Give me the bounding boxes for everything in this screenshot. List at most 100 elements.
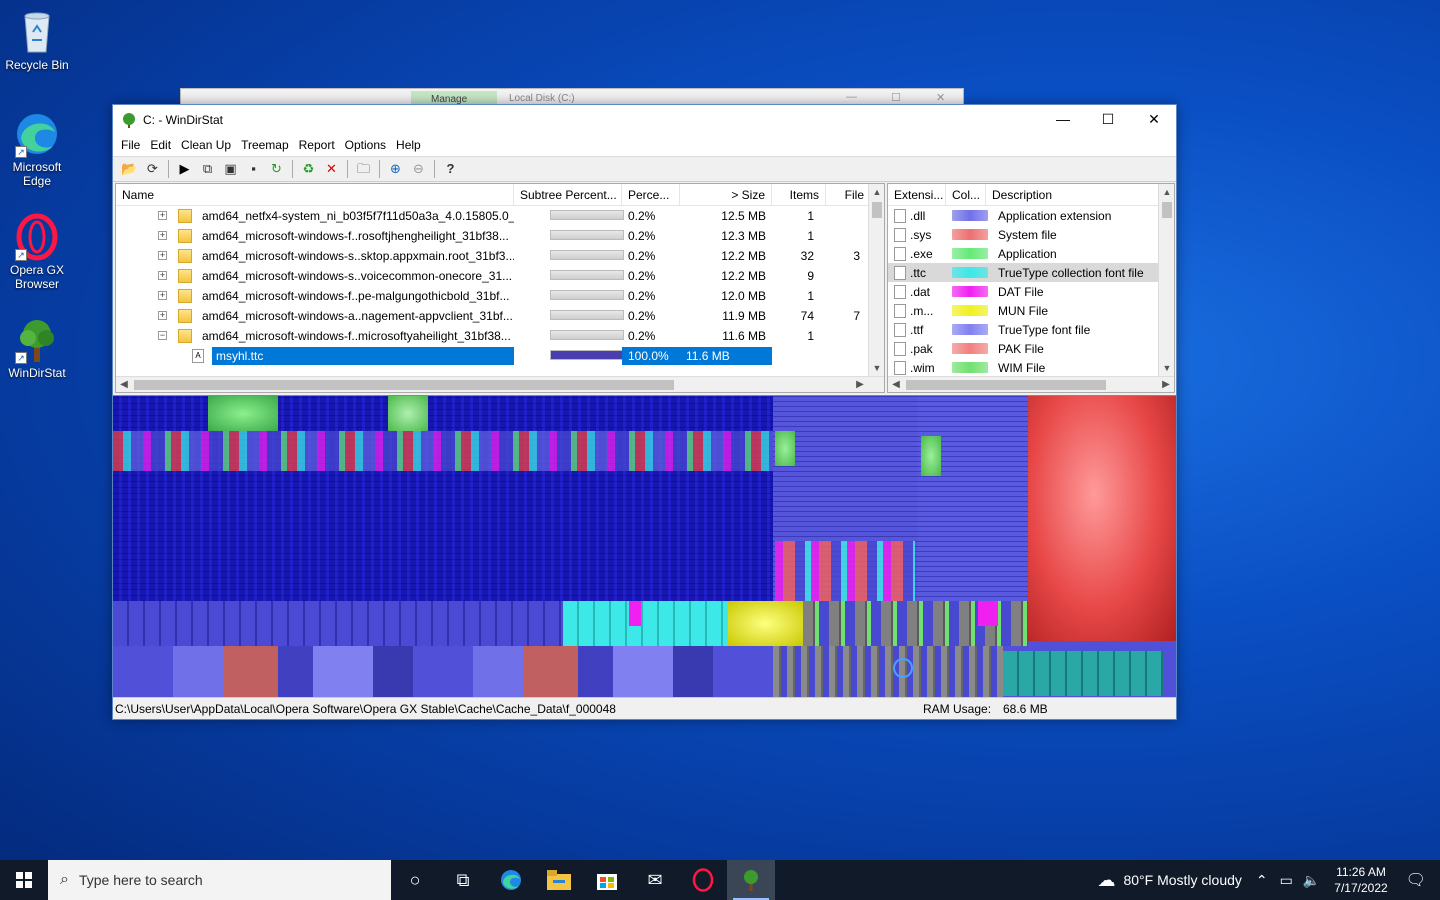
cortana-icon[interactable]: ○ (391, 860, 439, 900)
extension-row[interactable]: .m... MUN File (888, 301, 1174, 320)
weather-cloud-icon[interactable]: ☁ (1097, 870, 1115, 891)
desktop-icon-recycle-bin[interactable]: Recycle Bin (2, 8, 72, 72)
task-view-icon[interactable]: ⧉ (439, 860, 487, 900)
desktop-icon-edge[interactable]: ↗ Microsoft Edge (2, 110, 72, 188)
desktop-icon-opera-gx[interactable]: ↗ Opera GX Browser (2, 213, 72, 291)
minimize-button[interactable]: — (1040, 105, 1086, 134)
tree-row[interactable]: + amd64_microsoft-windows-f..rosoftjhengh… (116, 226, 884, 246)
network-icon[interactable]: ▭ (1280, 872, 1293, 889)
minimize-icon[interactable]: — (846, 91, 857, 103)
menu-treemap[interactable]: Treemap (236, 134, 294, 156)
directory-tree-pane[interactable]: Name Subtree Percent... Perce... > Size … (115, 183, 885, 393)
expand-icon[interactable]: + (158, 251, 167, 260)
scroll-right-icon[interactable]: ▶ (852, 377, 868, 392)
treemap-block-system[interactable] (918, 396, 1028, 601)
taskbar-opera-gx-icon[interactable] (679, 860, 727, 900)
extension-row[interactable]: .sys System file (888, 225, 1174, 244)
column-size[interactable]: > Size (680, 184, 772, 205)
expand-icon[interactable]: + (158, 271, 167, 280)
zoom-out-icon[interactable]: ⊖ (408, 159, 429, 179)
column-name[interactable]: Name (116, 184, 514, 205)
menu-file[interactable]: File (116, 134, 145, 156)
column-percent[interactable]: Perce... (622, 184, 680, 205)
desktop-icon-windirstat[interactable]: ↗ WinDirStat (2, 316, 72, 380)
extension-row[interactable]: .dll Application extension (888, 206, 1174, 225)
taskbar-search-box[interactable]: ⌕ Type here to search (48, 860, 391, 900)
open-icon[interactable]: 📂 (119, 159, 140, 179)
scroll-up-icon[interactable]: ▲ (869, 184, 884, 200)
treemap-block-mixed[interactable] (113, 431, 773, 471)
extension-vertical-scrollbar[interactable]: ▲ ▼ (1158, 184, 1174, 376)
weather-text[interactable]: 80°F Mostly cloudy (1123, 872, 1241, 888)
chevron-up-icon[interactable]: ⌃ (1256, 872, 1268, 889)
menu-options[interactable]: Options (340, 134, 391, 156)
menu-report[interactable]: Report (294, 134, 340, 156)
new-folder-icon[interactable]: 🗀 (353, 159, 374, 179)
scroll-thumb[interactable] (134, 380, 674, 390)
treemap-block-dat[interactable] (978, 601, 998, 626)
column-subtree-percent[interactable]: Subtree Percent... (514, 184, 622, 205)
recycle-icon[interactable]: ♻ (298, 159, 319, 179)
tree-row[interactable]: Amsyhl.ttc 100.0% 11.6 MB (116, 346, 884, 366)
extension-row[interactable]: .dat DAT File (888, 282, 1174, 301)
tree-row[interactable]: − amd64_microsoft-windows-f..microsoftyah… (116, 326, 884, 346)
maximize-icon[interactable]: ☐ (891, 91, 901, 104)
tree-row[interactable]: + amd64_microsoft-windows-s..sktop.appxma… (116, 246, 884, 266)
tree-row[interactable]: + amd64_microsoft-windows-s..voicecommon-… (116, 266, 884, 286)
treemap-block-pagefile[interactable] (1028, 396, 1176, 641)
scroll-right-icon[interactable]: ▶ (1158, 377, 1174, 392)
column-color[interactable]: Col... (946, 184, 986, 205)
column-items[interactable]: Items (772, 184, 826, 205)
mail-icon[interactable]: ✉ (631, 860, 679, 900)
treemap-block-green[interactable] (921, 436, 941, 476)
close-icon[interactable]: ✕ (936, 91, 945, 104)
scroll-down-icon[interactable]: ▼ (1159, 360, 1174, 376)
scroll-left-icon[interactable]: ◀ (116, 377, 132, 392)
play-icon[interactable]: ▶ (174, 159, 195, 179)
column-files[interactable]: File (826, 184, 870, 205)
refresh-icon[interactable]: ↻ (266, 159, 287, 179)
menu-edit[interactable]: Edit (145, 134, 176, 156)
taskbar-windirstat-icon[interactable] (727, 860, 775, 900)
tree-row[interactable]: + amd64_microsoft-windows-a..nagement-app… (116, 306, 884, 326)
taskbar-edge-icon[interactable] (487, 860, 535, 900)
expand-icon[interactable]: + (158, 231, 167, 240)
collapse-icon[interactable]: − (158, 331, 167, 340)
help-icon[interactable]: ? (440, 159, 461, 179)
extension-row[interactable]: .pak PAK File (888, 339, 1174, 358)
treemap-block-wim[interactable] (1003, 651, 1163, 696)
volume-muted-icon[interactable]: 🔈 (1303, 872, 1320, 889)
maximize-button[interactable]: ☐ (1085, 105, 1131, 134)
extension-row[interactable]: .exe Application (888, 244, 1174, 263)
scroll-up-icon[interactable]: ▲ (1159, 184, 1174, 200)
menu-clean-up[interactable]: Clean Up (176, 134, 236, 156)
zoom-in-icon[interactable]: ⊕ (385, 159, 406, 179)
treemap-block-users[interactable] (113, 646, 773, 697)
tree-horizontal-scrollbar[interactable]: ◀ ▶ (116, 376, 884, 392)
windirstat-window[interactable]: C: - WinDirStat — ☐ ✕ File Edit Clean Up… (112, 104, 1177, 720)
treemap-block-green[interactable] (388, 396, 428, 431)
treemap-block-ttc-fonts[interactable] (563, 601, 728, 646)
rescan-icon[interactable]: ⟳ (142, 159, 163, 179)
treemap-block-program-files[interactable] (113, 601, 563, 646)
title-bar[interactable]: C: - WinDirStat — ☐ ✕ (113, 105, 1176, 134)
scroll-left-icon[interactable]: ◀ (888, 377, 904, 392)
microsoft-store-icon[interactable] (583, 860, 631, 900)
notifications-icon[interactable]: 🗨 (1406, 870, 1426, 890)
tree-row[interactable]: + amd64_microsoft-windows-f..pe-malgungot… (116, 286, 884, 306)
scroll-thumb[interactable] (872, 202, 882, 218)
treemap-block-mixed[interactable] (775, 541, 915, 601)
clock[interactable]: 11:26 AM 7/17/2022 (1334, 864, 1387, 896)
scroll-thumb[interactable] (906, 380, 1106, 390)
copy-icon[interactable]: ⧉ (197, 159, 218, 179)
treemap-block-green[interactable] (208, 396, 278, 431)
command-prompt-icon[interactable]: ▪ (243, 159, 264, 179)
extension-row[interactable]: .wim WIM File (888, 358, 1174, 377)
column-extension[interactable]: Extensi... (888, 184, 946, 205)
treemap-block-mun[interactable] (728, 601, 803, 646)
treemap-block-green[interactable] (775, 431, 795, 466)
start-button[interactable] (0, 860, 48, 900)
extension-row[interactable]: .ttf TrueType font file (888, 320, 1174, 339)
expand-icon[interactable]: + (158, 311, 167, 320)
column-description[interactable]: Description (986, 184, 1160, 205)
